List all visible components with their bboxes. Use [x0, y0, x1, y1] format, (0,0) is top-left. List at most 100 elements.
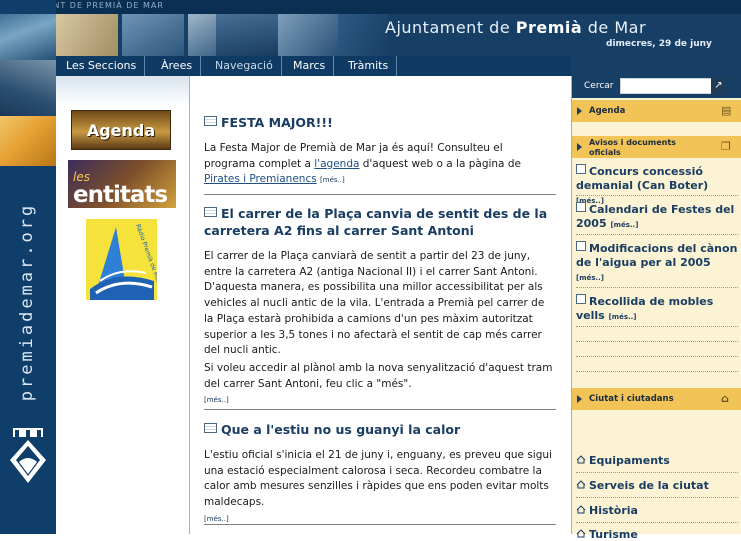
ciutat-header[interactable]: Ciutat i ciutadans ⌂	[572, 388, 741, 410]
dotted-divider	[576, 341, 738, 343]
avisos-item-text: Recollida de mobles vells	[576, 295, 714, 322]
article-icon	[204, 116, 217, 126]
avisos-label: Avisos i documents oficials	[589, 138, 676, 157]
article-title[interactable]: Que a l'estiu no us guanyi la calor	[204, 421, 554, 438]
agenda-grid-icon: ▤	[721, 104, 732, 117]
nav-tramits[interactable]: Tràmits	[340, 56, 398, 76]
house-icon	[576, 505, 586, 514]
agenda-banner[interactable]: Agenda	[71, 110, 171, 150]
banner-photo	[278, 14, 338, 56]
article-title[interactable]: El carrer de la Plaça canvia de sentit d…	[204, 205, 554, 239]
article-body: L'estiu oficial s'inicia el 21 de juny i…	[204, 448, 556, 528]
avisos-item-text: Modificacions del cànon de l'aigua per a…	[576, 242, 738, 269]
document-icon	[576, 241, 586, 251]
article-text: L'estiu oficial s'inicia el 21 de juny i…	[204, 449, 552, 509]
article-divider	[204, 194, 556, 195]
ciutat-item-label: Història	[589, 504, 638, 517]
avisos-header[interactable]: Avisos i documents oficials ❐	[572, 136, 741, 158]
strip-photo	[0, 60, 56, 116]
nav-navegacio[interactable]: Navegació	[207, 56, 282, 76]
article-text: Si voleu accedir al plànol amb la nova s…	[204, 362, 553, 390]
strip-photo	[0, 116, 56, 166]
ciutat-item-label: Turisme	[589, 528, 638, 541]
avisos-item[interactable]: Calendari de Festes del 2005 [més..]	[576, 202, 738, 232]
search-label: Cercar	[584, 81, 614, 91]
article-body: La Festa Major de Premià de Mar ja és aq…	[204, 141, 556, 189]
dotted-divider	[576, 522, 738, 524]
arrow-right-icon	[577, 395, 582, 403]
dotted-divider	[576, 234, 738, 236]
banner-photo	[56, 14, 118, 56]
nav-arees[interactable]: Àrees	[153, 56, 202, 76]
more-link[interactable]: [més..]	[204, 515, 229, 523]
ciutat-item[interactable]: Turisme	[576, 528, 638, 541]
site-title[interactable]: Ajuntament de Premià de Mar	[385, 18, 646, 37]
site-title-prefix: Ajuntament de	[385, 18, 516, 37]
article-title-text: Que a l'estiu no us guanyi la calor	[221, 422, 461, 437]
avisos-item-text: Concurs concessió demanial (Can Boter)	[576, 165, 709, 192]
agenda-link[interactable]: l'agenda	[314, 158, 359, 170]
documents-icon: ❐	[721, 140, 731, 153]
nav-marcs[interactable]: Marcs	[285, 56, 335, 76]
ciutat-item[interactable]: Equipaments	[576, 454, 670, 467]
town-crest-icon[interactable]	[9, 428, 47, 484]
article-title-text: El carrer de la Plaça canvia de sentit d…	[204, 206, 548, 238]
left-column-shade	[56, 76, 189, 106]
avisos-item-text: Calendari de Festes del 2005	[576, 203, 735, 230]
right-agenda-label: Agenda	[589, 106, 626, 116]
banner-photo	[338, 14, 388, 56]
ciutat-item[interactable]: Història	[576, 504, 638, 517]
arrow-right-icon	[577, 143, 582, 151]
document-icon	[576, 294, 586, 304]
banner-photo	[122, 14, 184, 56]
pirates-link[interactable]: Pirates i Premianencs	[204, 173, 317, 185]
right-agenda-header[interactable]: Agenda ▤	[572, 100, 741, 122]
dotted-divider	[576, 472, 738, 474]
more-link[interactable]: [més..]	[609, 313, 637, 321]
avisos-item[interactable]: Modificacions del cànon de l'aigua per a…	[576, 241, 738, 285]
article-body: Si voleu accedir al plànol amb la nova s…	[204, 361, 556, 409]
dotted-divider	[576, 497, 738, 499]
strip-photo	[0, 14, 56, 60]
dotted-divider	[576, 195, 738, 197]
article-title[interactable]: FESTA MAJOR!!!	[204, 114, 554, 131]
search-input[interactable]	[620, 78, 714, 94]
site-title-suffix: de Mar	[582, 18, 647, 37]
site-domain-text: premiademar.org	[17, 202, 37, 402]
entitats-banner-word: entitats	[73, 182, 168, 208]
banner-photo	[188, 14, 216, 56]
article-title-text: FESTA MAJOR!!!	[221, 115, 333, 130]
more-link[interactable]: [més..]	[576, 274, 604, 282]
banner-photo	[216, 14, 278, 56]
article-divider	[204, 409, 556, 410]
ciutat-item-label: Equipaments	[589, 454, 670, 467]
article-divider	[204, 524, 556, 525]
radio-premia-logo[interactable]: Ràdio Premià de Mar	[86, 219, 157, 300]
current-date: dimecres, 29 de juny	[606, 39, 712, 49]
article-text: d'aquest web o a la pàgina de	[359, 157, 521, 170]
arrow-right-icon	[577, 107, 582, 115]
dotted-divider	[576, 326, 738, 328]
article-icon	[204, 207, 217, 217]
search-go-button[interactable]: ↗	[711, 78, 726, 94]
article-text: El carrer de la Plaça canviarà de sentit…	[204, 250, 545, 357]
more-link[interactable]: [més..]	[204, 396, 229, 404]
more-link[interactable]: [més..]	[610, 221, 638, 229]
main-nav: Les Seccions Àrees Navegació Marcs Tràmi…	[56, 56, 571, 76]
nav-les-seccions[interactable]: Les Seccions	[58, 56, 146, 76]
ciutat-item[interactable]: Serveis de la ciutat	[576, 479, 709, 492]
more-link[interactable]: [més..]	[320, 176, 345, 184]
document-icon	[576, 164, 586, 174]
house-icon	[576, 455, 586, 464]
avisos-item[interactable]: Recollida de mobles vells [més..]	[576, 294, 738, 324]
dotted-divider	[576, 371, 738, 373]
ciutat-item-label: Serveis de la ciutat	[589, 479, 709, 492]
dotted-divider	[576, 356, 738, 358]
house-icon	[576, 480, 586, 489]
document-icon	[576, 202, 586, 212]
article-body: El carrer de la Plaça canviarà de sentit…	[204, 249, 556, 359]
article-icon	[204, 423, 217, 433]
city-icon: ⌂	[721, 392, 729, 405]
ciutat-label: Ciutat i ciutadans	[589, 394, 674, 404]
site-title-bold: Premià	[515, 18, 583, 37]
